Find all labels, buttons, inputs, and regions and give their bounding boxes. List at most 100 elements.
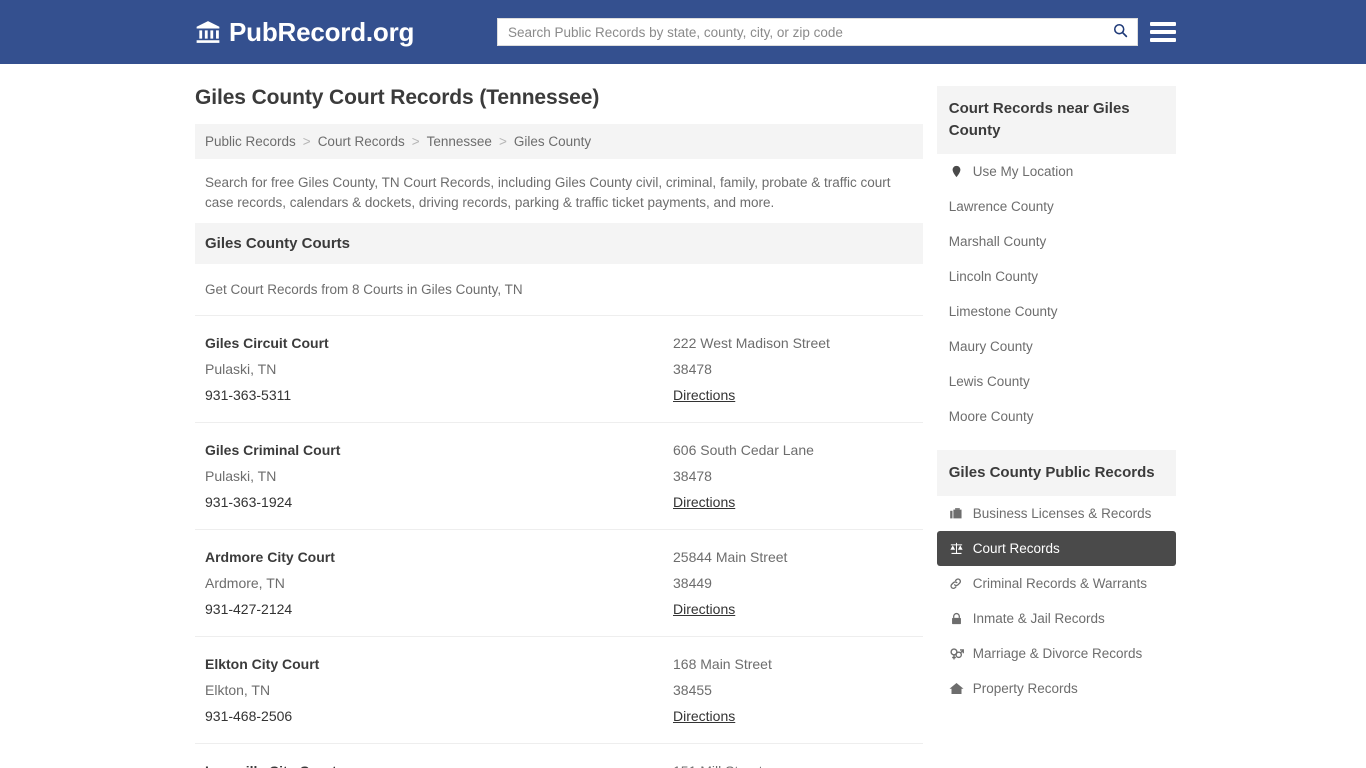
sidebar-item-inmate-jail-records[interactable]: Inmate & Jail Records: [937, 601, 1176, 636]
breadcrumb-separator: >: [405, 134, 427, 149]
court-city-state: Elkton, TN: [205, 677, 673, 703]
court-info-right: 25844 Main Street 38449 Directions: [673, 544, 923, 622]
court-phone[interactable]: 931-363-5311: [205, 382, 673, 408]
breadcrumb-item-tennessee[interactable]: Tennessee: [427, 134, 492, 149]
court-info-right: 222 West Madison Street 38478 Directions: [673, 330, 923, 408]
court-info-left: Giles Criminal Court Pulaski, TN 931-363…: [205, 437, 673, 515]
court-street: 168 Main Street: [673, 651, 923, 677]
court-name: Giles Circuit Court: [205, 330, 673, 356]
breadcrumb-item-court-records[interactable]: Court Records: [318, 134, 405, 149]
table-row: Giles Criminal Court Pulaski, TN 931-363…: [195, 422, 923, 529]
courts-section-heading: Giles County Courts: [195, 223, 923, 264]
home-icon: [949, 681, 964, 696]
court-name: Giles Criminal Court: [205, 437, 673, 463]
sidebar-item-label: Lincoln County: [949, 269, 1038, 284]
court-street: 25844 Main Street: [673, 544, 923, 570]
sidebar-item-label: Use My Location: [973, 164, 1074, 179]
directions-link[interactable]: Directions: [673, 382, 735, 408]
search-icon: [1112, 22, 1129, 42]
table-row: Giles Circuit Court Pulaski, TN 931-363-…: [195, 315, 923, 422]
sidebar-item-business-licenses[interactable]: Business Licenses & Records: [937, 496, 1176, 531]
sidebar-item-marriage-divorce-records[interactable]: Marriage & Divorce Records: [937, 636, 1176, 671]
sidebar-public-records-list: Business Licenses & Records: [937, 496, 1176, 706]
sidebar-item-label: Lewis County: [949, 374, 1030, 389]
sidebar-item-use-my-location[interactable]: Use My Location: [937, 154, 1176, 189]
court-info-right: 168 Main Street 38455 Directions: [673, 651, 923, 729]
court-zip: 38478: [673, 356, 923, 382]
content-row: Giles County Court Records (Tennessee) P…: [0, 64, 1366, 768]
briefcase-icon: [949, 506, 964, 521]
sidebar-item-label: Property Records: [973, 681, 1078, 696]
sidebar-item-label: Business Licenses & Records: [973, 506, 1152, 521]
court-city-state: Ardmore, TN: [205, 570, 673, 596]
directions-link[interactable]: Directions: [673, 703, 735, 729]
lock-icon: [949, 611, 964, 626]
sidebar-item-label: Inmate & Jail Records: [973, 611, 1105, 626]
sidebar-item-lawrence-county[interactable]: Lawrence County: [937, 189, 1176, 224]
page-title: Giles County Court Records (Tennessee): [195, 86, 923, 110]
sidebar-item-label: Maury County: [949, 339, 1033, 354]
sidebar-item-label: Moore County: [949, 409, 1034, 424]
court-info-left: Ardmore City Court Ardmore, TN 931-427-2…: [205, 544, 673, 622]
site-header: PubRecord.org: [0, 0, 1366, 64]
court-info-left: Lynnville City Court Lynnville, TN 931-5…: [205, 758, 673, 768]
balance-scale-icon: [949, 541, 964, 556]
court-city-state: Pulaski, TN: [205, 463, 673, 489]
breadcrumb-separator: >: [492, 134, 514, 149]
sidebar-nearby-list: Use My Location Lawrence County Marshall…: [937, 154, 1176, 434]
sidebar-public-records-block: Giles County Public Records Business Lic…: [937, 450, 1176, 706]
site-logo-link[interactable]: PubRecord.org: [195, 17, 414, 48]
sidebar-item-label: Court Records: [973, 541, 1060, 556]
directions-link[interactable]: Directions: [673, 596, 735, 622]
sidebar: Court Records near Giles County Use My L…: [937, 86, 1176, 768]
court-info-left: Giles Circuit Court Pulaski, TN 931-363-…: [205, 330, 673, 408]
sidebar-item-label: Lawrence County: [949, 199, 1054, 214]
bank-icon: [195, 19, 221, 45]
sidebar-item-moore-county[interactable]: Moore County: [937, 399, 1176, 434]
sidebar-item-limestone-county[interactable]: Limestone County: [937, 294, 1176, 329]
main-column: Giles County Court Records (Tennessee) P…: [195, 86, 923, 768]
court-phone[interactable]: 931-363-1924: [205, 489, 673, 515]
sidebar-heading-public-records: Giles County Public Records: [937, 450, 1176, 496]
court-city-state: Pulaski, TN: [205, 356, 673, 382]
sidebar-item-lincoln-county[interactable]: Lincoln County: [937, 259, 1176, 294]
sidebar-item-label: Criminal Records & Warrants: [973, 576, 1147, 591]
sidebar-heading-nearby: Court Records near Giles County: [937, 86, 1176, 154]
sidebar-item-lewis-county[interactable]: Lewis County: [937, 364, 1176, 399]
table-row: Elkton City Court Elkton, TN 931-468-250…: [195, 636, 923, 743]
search-bar[interactable]: [497, 18, 1138, 46]
court-name: Ardmore City Court: [205, 544, 673, 570]
courts-section-subheading: Get Court Records from 8 Courts in Giles…: [195, 264, 923, 315]
sidebar-item-label: Limestone County: [949, 304, 1058, 319]
sidebar-item-marshall-county[interactable]: Marshall County: [937, 224, 1176, 259]
search-button[interactable]: [1103, 19, 1137, 45]
link-chain-icon: [949, 576, 964, 591]
sidebar-item-property-records[interactable]: Property Records: [937, 671, 1176, 706]
sidebar-item-court-records[interactable]: Court Records: [937, 531, 1176, 566]
site-logo-text: PubRecord.org: [229, 17, 414, 48]
venus-mars-icon: [949, 646, 964, 661]
court-phone[interactable]: 931-427-2124: [205, 596, 673, 622]
court-zip: 38478: [673, 463, 923, 489]
intro-paragraph: Search for free Giles County, TN Court R…: [195, 159, 923, 223]
sidebar-item-criminal-records[interactable]: Criminal Records & Warrants: [937, 566, 1176, 601]
court-street: 222 West Madison Street: [673, 330, 923, 356]
directions-link[interactable]: Directions: [673, 489, 735, 515]
court-name: Lynnville City Court: [205, 758, 673, 768]
court-street: 606 South Cedar Lane: [673, 437, 923, 463]
sidebar-item-maury-county[interactable]: Maury County: [937, 329, 1176, 364]
court-name: Elkton City Court: [205, 651, 673, 677]
court-phone[interactable]: 931-468-2506: [205, 703, 673, 729]
table-row: Lynnville City Court Lynnville, TN 931-5…: [195, 743, 923, 768]
page-body: Giles County Court Records (Tennessee) P…: [0, 64, 1366, 768]
breadcrumb-item-giles-county[interactable]: Giles County: [514, 134, 591, 149]
court-zip: 38449: [673, 570, 923, 596]
hamburger-menu-icon[interactable]: [1150, 18, 1176, 46]
breadcrumb-item-public-records[interactable]: Public Records: [205, 134, 296, 149]
court-info-right: 151 Mill Street 38472 Directions: [673, 758, 923, 768]
court-street: 151 Mill Street: [673, 758, 923, 768]
map-pin-icon: [949, 164, 964, 179]
search-input[interactable]: [498, 19, 1103, 45]
sidebar-item-label: Marshall County: [949, 234, 1047, 249]
court-zip: 38455: [673, 677, 923, 703]
